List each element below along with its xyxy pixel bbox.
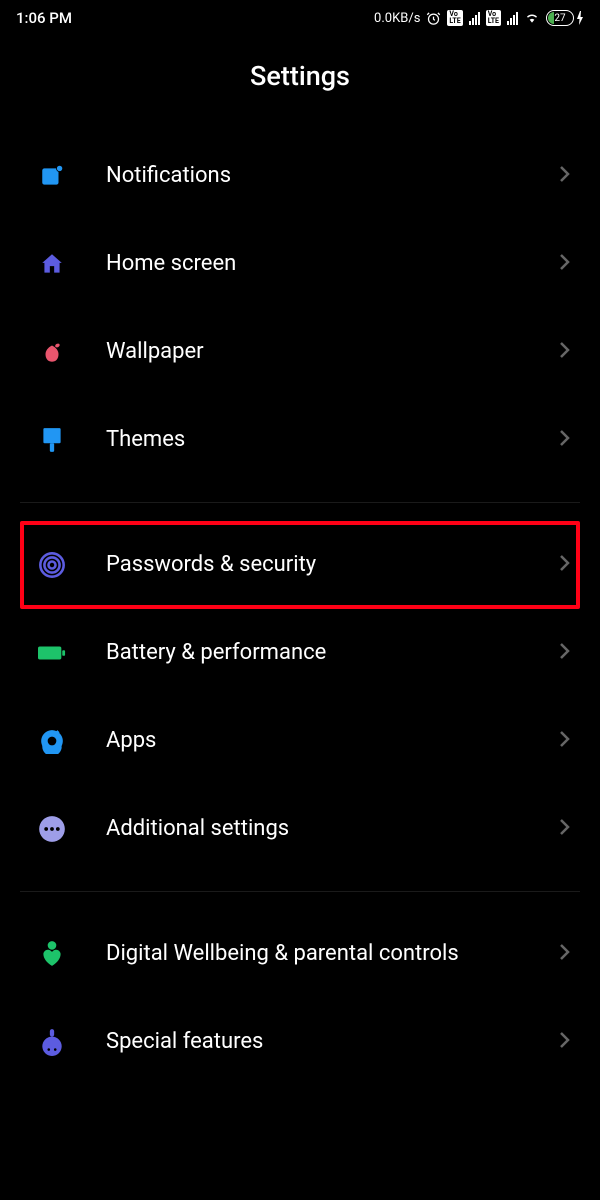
settings-item-battery-performance[interactable]: Battery & performance (20, 609, 580, 697)
data-speed: 0.0KB/s (374, 11, 420, 26)
charging-icon (576, 11, 584, 25)
status-indicators: 0.0KB/s VoLTE VoLTE 27 (374, 10, 584, 26)
chevron-right-icon (558, 942, 570, 966)
settings-item-additional-settings[interactable]: Additional settings (20, 785, 580, 873)
item-label: Digital Wellbeing & parental controls (106, 940, 558, 969)
settings-item-apps[interactable]: Apps (20, 697, 580, 785)
divider (20, 891, 580, 892)
settings-item-wallpaper[interactable]: Wallpaper (20, 308, 580, 396)
settings-item-themes[interactable]: Themes (20, 396, 580, 484)
chevron-right-icon (558, 641, 570, 665)
wellbeing-icon (38, 940, 66, 968)
signal-icon-1 (469, 11, 480, 25)
divider (20, 502, 580, 503)
special-features-icon (38, 1028, 66, 1056)
volte-icon-2: VoLTE (486, 10, 501, 26)
wifi-icon (524, 11, 540, 25)
item-label: Special features (106, 1028, 558, 1057)
item-label: Wallpaper (106, 338, 558, 367)
settings-item-passwords-security[interactable]: Passwords & security (20, 521, 580, 609)
battery-icon (38, 639, 66, 667)
chevron-right-icon (558, 428, 570, 452)
chevron-right-icon (558, 340, 570, 364)
item-label: Passwords & security (106, 551, 558, 580)
item-label: Battery & performance (106, 639, 558, 668)
item-label: Notifications (106, 162, 558, 191)
chevron-right-icon (558, 817, 570, 841)
settings-item-home-screen[interactable]: Home screen (20, 220, 580, 308)
item-label: Apps (106, 727, 558, 756)
wallpaper-icon (38, 338, 66, 366)
chevron-right-icon (558, 252, 570, 276)
fingerprint-icon (38, 551, 66, 579)
apps-icon (38, 727, 66, 755)
settings-item-notifications[interactable]: Notifications (20, 132, 580, 220)
item-label: Home screen (106, 250, 558, 279)
chevron-right-icon (558, 729, 570, 753)
chevron-right-icon (558, 553, 570, 577)
item-label: Additional settings (106, 815, 558, 844)
settings-list: Notifications Home screen Wallpaper Them… (0, 132, 600, 1086)
page-title: Settings (0, 36, 600, 132)
settings-item-digital-wellbeing[interactable]: Digital Wellbeing & parental controls (20, 910, 580, 998)
status-time: 1:06 PM (16, 9, 72, 27)
chevron-right-icon (558, 1030, 570, 1054)
themes-icon (38, 426, 66, 454)
chevron-right-icon (558, 164, 570, 188)
home-icon (38, 250, 66, 278)
volte-icon-1: VoLTE (447, 10, 462, 26)
alarm-icon (426, 11, 441, 26)
settings-item-special-features[interactable]: Special features (20, 998, 580, 1086)
item-label: Themes (106, 426, 558, 455)
more-icon (38, 815, 66, 843)
battery-indicator: 27 (546, 10, 584, 26)
status-bar: 1:06 PM 0.0KB/s VoLTE VoLTE 27 (0, 0, 600, 36)
notifications-icon (38, 162, 66, 190)
signal-icon-2 (507, 11, 518, 25)
